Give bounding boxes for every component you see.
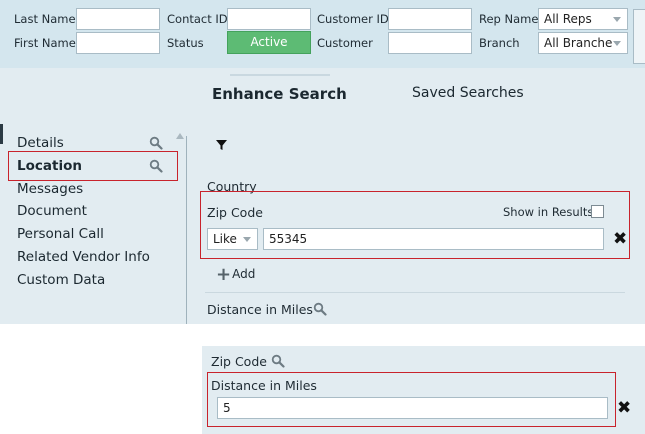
search-icon[interactable] [149, 159, 163, 173]
customer-label: Customer [317, 36, 373, 50]
detail-distance-label: Distance in Miles [211, 378, 317, 393]
add-criteria-button[interactable]: +Add [216, 264, 255, 285]
contact-id-label: Contact ID [167, 12, 228, 26]
section-divider [205, 292, 625, 293]
sidebar-item-messages[interactable]: Messages [17, 181, 83, 197]
sidebar-item-related-vendor-info[interactable]: Related Vendor Info [17, 249, 150, 265]
search-icon[interactable] [271, 354, 285, 368]
scroll-up-arrow[interactable] [176, 133, 184, 139]
sidebar-item-location[interactable]: Location [17, 158, 82, 174]
add-label: Add [232, 267, 256, 281]
first-name-input[interactable] [76, 32, 160, 54]
chevron-down-icon [613, 17, 621, 22]
contact-id-input[interactable] [227, 8, 311, 30]
customer-input[interactable] [388, 32, 472, 54]
rep-name-value: All Reps [544, 12, 592, 26]
active-indicator [0, 124, 3, 144]
first-name-label: First Name [14, 36, 76, 50]
last-name-input[interactable] [76, 8, 160, 30]
rep-name-select[interactable]: All Reps [538, 8, 628, 30]
branch-value: All Branche [544, 36, 613, 50]
plus-icon: + [216, 264, 232, 285]
remove-distance-icon[interactable]: ✖ [617, 400, 631, 417]
status-active-button[interactable]: Active [227, 31, 311, 54]
search-icon[interactable] [313, 302, 327, 316]
detail-zip-code-label: Zip Code [211, 354, 267, 369]
show-in-results-label: Show in Results [503, 205, 594, 219]
operator-value: Like [213, 232, 237, 246]
distance-input[interactable]: 5 [217, 397, 608, 419]
sidebar-item-document[interactable]: Document [17, 203, 87, 219]
status-label: Status [167, 36, 204, 50]
tab-indicator [230, 74, 330, 76]
rep-name-label: Rep Name [479, 12, 539, 26]
operator-select[interactable]: Like [207, 228, 258, 250]
filter-icon[interactable] [216, 140, 227, 151]
filter-bar: Last Name First Name Contact ID Status A… [0, 0, 645, 68]
customer-id-input[interactable] [388, 8, 472, 30]
tab-saved-searches[interactable]: Saved Searches [412, 85, 524, 101]
search-action-box[interactable] [633, 9, 645, 64]
branch-select[interactable]: All Branche [538, 32, 628, 54]
last-name-label: Last Name [14, 12, 76, 26]
remove-zip-icon[interactable]: ✖ [613, 231, 627, 248]
zip-code-label: Zip Code [207, 205, 263, 220]
sidebar-item-personal-call[interactable]: Personal Call [17, 226, 104, 242]
distance-label: Distance in Miles [207, 302, 313, 317]
branch-label: Branch [479, 36, 520, 50]
show-in-results-checkbox[interactable] [591, 205, 604, 218]
chevron-down-icon [613, 41, 621, 46]
sidebar-item-details[interactable]: Details [17, 135, 64, 151]
customer-id-label: Customer ID [317, 12, 389, 26]
search-icon[interactable] [149, 136, 163, 150]
zip-code-input[interactable]: 55345 [263, 228, 604, 250]
chevron-down-icon [243, 237, 251, 242]
panel-divider [186, 136, 187, 324]
sidebar-item-custom-data[interactable]: Custom Data [17, 272, 105, 288]
tab-enhance-search[interactable]: Enhance Search [212, 85, 347, 103]
